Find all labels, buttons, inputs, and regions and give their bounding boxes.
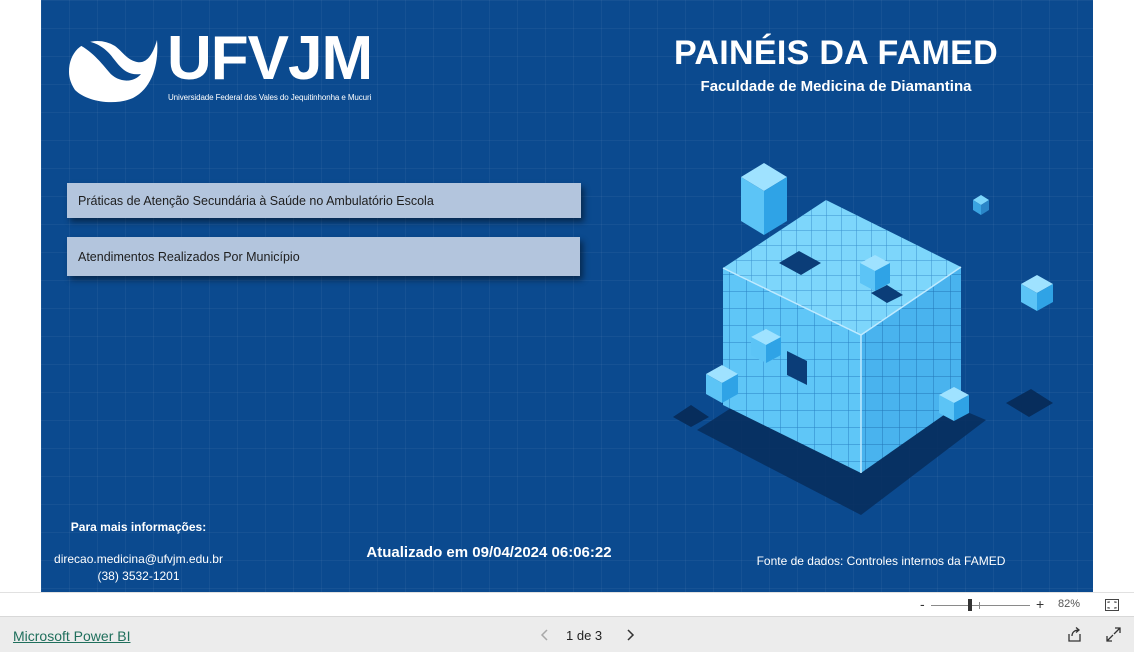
zoom-slider-track[interactable]: [931, 605, 1030, 606]
chevron-right-icon[interactable]: [622, 625, 638, 645]
logo-subtitle: Universidade Federal dos Vales do Jequit…: [168, 93, 372, 102]
contact-phone: (38) 3532-1201: [97, 569, 180, 583]
contact-email: direcao.medicina@ufvjm.edu.br: [54, 552, 223, 566]
logo-wordmark: UFVJM: [167, 24, 373, 93]
ufvjm-logo-mark: [69, 40, 158, 103]
zoom-out-button[interactable]: -: [920, 596, 925, 612]
report-page: UFVJM Universidade Federal dos Vales do …: [41, 0, 1093, 592]
info-heading: Para mais informações:: [70, 520, 207, 534]
fit-to-page-icon[interactable]: [1105, 599, 1119, 611]
report-canvas: UFVJM Universidade Federal dos Vales do …: [0, 0, 1134, 592]
page-indicator: 1 de 3: [566, 628, 603, 643]
nav-button-atendimentos-por-municipio[interactable]: Atendimentos Realizados Por Município: [67, 237, 580, 276]
cube-illustration: [673, 163, 1053, 515]
page-title: PAINÉIS DA FAMED: [673, 34, 999, 72]
ufvjm-logo: UFVJM Universidade Federal dos Vales do …: [67, 26, 373, 110]
page-subtitle: Faculdade de Medicina de Diamantina: [700, 78, 972, 95]
expand-icon[interactable]: [1105, 626, 1122, 643]
footer-bar: Microsoft Power BI 1 de 3: [0, 616, 1134, 652]
chevron-left-icon[interactable]: [537, 625, 553, 645]
zoom-value: 82%: [1058, 598, 1081, 610]
last-updated: Atualizado em 09/04/2024 06:06:22: [366, 544, 612, 561]
nav-button-praticas-atencao-secundaria[interactable]: Práticas de Atenção Secundária à Saúde n…: [67, 183, 581, 218]
data-source: Fonte de dados: Controles internos da FA…: [756, 554, 1006, 568]
zoom-bar: - + 82%: [0, 592, 1134, 616]
zoom-slider-tick: [979, 602, 980, 609]
zoom-slider-thumb[interactable]: [968, 599, 972, 611]
power-bi-link[interactable]: Microsoft Power BI: [13, 628, 130, 644]
share-icon[interactable]: [1066, 626, 1083, 643]
zoom-in-button[interactable]: +: [1036, 596, 1044, 612]
